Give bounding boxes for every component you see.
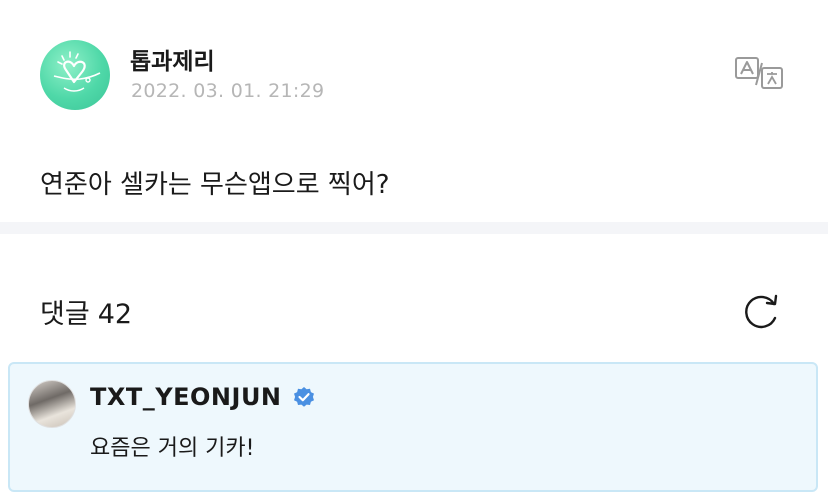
commenter-name[interactable]: TXT_YEONJUN bbox=[90, 383, 282, 411]
translate-button[interactable] bbox=[734, 55, 784, 91]
commenter-avatar[interactable] bbox=[28, 380, 76, 428]
refresh-button[interactable] bbox=[740, 292, 782, 332]
comment-text: 요즘은 거의 기카! bbox=[90, 436, 255, 461]
author-name[interactable]: 톱과제리 bbox=[130, 42, 215, 76]
post-date: 2022. 03. 01. 21:29 bbox=[131, 80, 325, 102]
translate-icon bbox=[735, 57, 783, 89]
section-divider bbox=[0, 222, 828, 234]
author-avatar[interactable] bbox=[40, 40, 110, 110]
verified-badge-icon bbox=[294, 387, 314, 407]
comments-label: 댓글 bbox=[40, 299, 90, 330]
heart-doodle-icon bbox=[53, 51, 101, 92]
refresh-icon bbox=[745, 294, 778, 329]
post-text: 연준아 셀카는 무슨앱으로 찍어? bbox=[40, 170, 390, 200]
post-card: 톱과제리 2022. 03. 01. 21:29 연준아 셀카는 무슨앱으로 찍… bbox=[0, 0, 828, 222]
highlighted-comment[interactable]: TXT_YEONJUN 요즘은 거의 기카! bbox=[8, 362, 818, 492]
comments-header: 댓글 42 bbox=[40, 292, 140, 331]
comments-count: 42 bbox=[97, 299, 133, 330]
